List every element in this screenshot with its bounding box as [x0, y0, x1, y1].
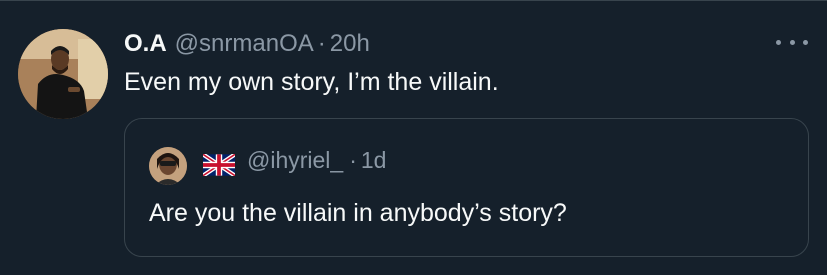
- more-dot: [776, 39, 781, 45]
- quoted-tweet[interactable]: @ihyriel_ · 1d Are you the villain in an…: [124, 118, 809, 257]
- quoted-avatar[interactable]: [149, 147, 187, 185]
- tweet-header: O.A @snrmanOA · 20h: [124, 30, 370, 62]
- tweet[interactable]: O.A @snrmanOA · 20h Even my own story, I…: [0, 0, 827, 275]
- quoted-timestamp[interactable]: 1d: [361, 147, 387, 174]
- tweet-text: Even my own story, I’m the villain.: [124, 68, 499, 96]
- avatar[interactable]: [18, 29, 108, 119]
- quoted-handle[interactable]: @ihyriel_: [247, 147, 343, 174]
- quoted-separator-dot: ·: [349, 147, 357, 173]
- more-options-icon[interactable]: [776, 36, 808, 48]
- more-dot: [789, 39, 795, 45]
- quoted-header: @ihyriel_ · 1d: [247, 147, 386, 174]
- handle[interactable]: @snrmanOA: [175, 30, 314, 58]
- display-name[interactable]: O.A: [124, 30, 167, 58]
- timestamp[interactable]: 20h: [330, 30, 370, 58]
- quoted-tweet-text: Are you the villain in anybody’s story?: [149, 199, 567, 227]
- more-dot: [803, 39, 808, 45]
- uk-flag-icon: [201, 152, 237, 178]
- separator-dot: ·: [317, 30, 326, 57]
